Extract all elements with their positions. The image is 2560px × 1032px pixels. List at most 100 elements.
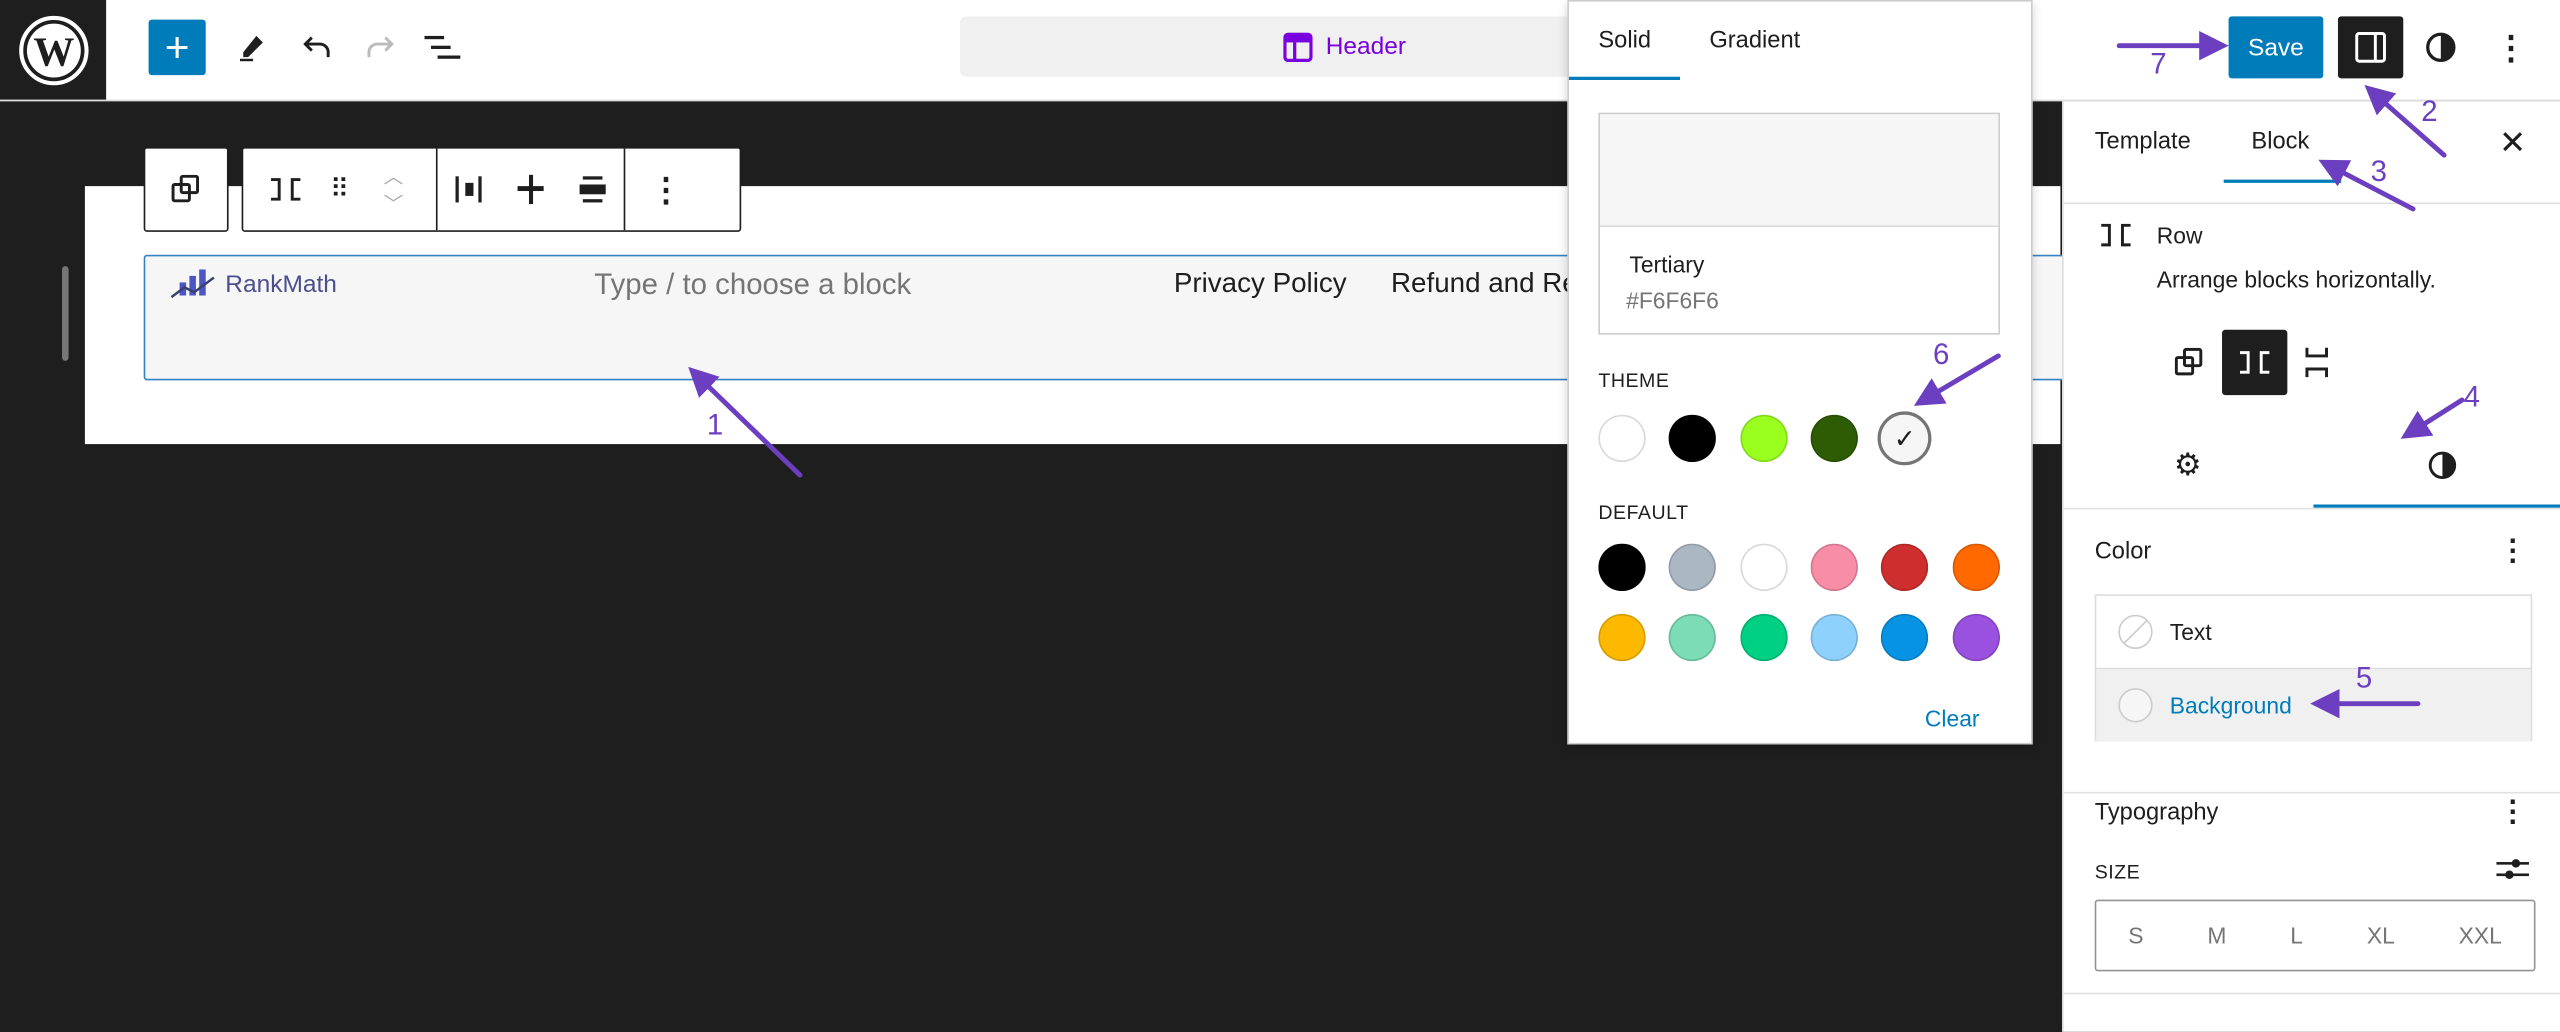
typography-heading: Typography <box>2094 799 2219 827</box>
theme-color-swatch[interactable] <box>1810 414 1858 463</box>
styles-tab-icon[interactable] <box>2416 444 2468 486</box>
tab-block[interactable]: Block <box>2251 129 2309 155</box>
annotation-label: 7 <box>2150 47 2167 80</box>
annotation-label: 6 <box>1933 337 1950 371</box>
half-circle-icon <box>2426 32 2456 63</box>
settings-gear-icon[interactable]: ⚙ <box>2162 444 2214 486</box>
annotation-label: 5 <box>2355 661 2373 694</box>
typography-options-icon[interactable]: ⋮ <box>2498 795 2527 829</box>
add-block-button[interactable]: + <box>148 19 206 76</box>
vertical-align-icon[interactable] <box>562 148 626 231</box>
divider <box>2063 507 2560 510</box>
size-option[interactable]: M <box>2207 922 2226 948</box>
theme-color-swatch[interactable] <box>1739 414 1788 463</box>
block-toolbar: ⠿ ︿ ﹀ ⋮ <box>241 146 742 232</box>
default-color-swatch[interactable] <box>1951 613 2000 662</box>
no-color-icon <box>2118 614 2153 649</box>
size-option[interactable]: L <box>2290 922 2303 948</box>
stack-variation-button[interactable] <box>2287 330 2346 395</box>
save-button[interactable]: Save <box>2228 16 2324 79</box>
default-color-swatch[interactable] <box>1951 543 2000 592</box>
document-bar[interactable] <box>959 16 1581 77</box>
default-color-swatch[interactable] <box>1739 543 1788 592</box>
clear-button[interactable]: Clear <box>1925 705 1980 731</box>
color-item-text[interactable]: Text <box>2096 596 2531 670</box>
default-color-swatch[interactable] <box>1881 543 1929 592</box>
block-options-icon[interactable]: ⋮ <box>625 149 707 231</box>
drag-handle-icon[interactable]: ⠿ <box>328 149 351 231</box>
sidebar-icon <box>2355 31 2386 63</box>
size-label: SIZE <box>2094 860 2141 884</box>
justify-left-icon[interactable] <box>438 149 500 231</box>
font-size-picker: S M L XL XXL <box>2094 899 2536 972</box>
row-icon[interactable] <box>243 149 328 231</box>
undo-icon[interactable] <box>297 23 336 72</box>
tab-gradient[interactable]: Gradient <box>1709 28 1800 54</box>
svg-text:W: W <box>33 28 74 73</box>
annotation-label: 2 <box>2421 94 2438 128</box>
custom-size-icon[interactable] <box>2496 854 2529 883</box>
default-color-swatch[interactable] <box>1810 613 1858 662</box>
theme-color-swatch[interactable]: ✓ <box>1877 411 1932 466</box>
justify-center-icon[interactable] <box>500 149 562 231</box>
active-tab-indicator <box>1568 76 1680 80</box>
divider <box>2063 791 2560 794</box>
annotation-label: 3 <box>2370 155 2387 188</box>
move-up-down-icon[interactable]: ︿ ﹀ <box>351 148 438 231</box>
color-picker-popover: Solid Gradient Tertiary #F6F6F6 THEME DE… <box>1567 0 2033 745</box>
pencil-icon[interactable] <box>232 23 271 72</box>
color-heading: Color <box>2094 538 2152 565</box>
styles-button[interactable] <box>2420 23 2462 72</box>
default-color-swatch[interactable] <box>1881 613 1929 662</box>
document-title-text: Header <box>1325 32 1407 61</box>
theme-label: THEME <box>1598 368 1670 392</box>
list-view-icon[interactable] <box>423 23 462 72</box>
theme-color-swatch[interactable] <box>1598 414 1646 463</box>
wordpress-icon: W <box>18 15 88 85</box>
divider <box>2063 202 2560 205</box>
nav-item[interactable]: Privacy Policy <box>1174 268 1347 301</box>
color-preview[interactable]: Tertiary #F6F6F6 <box>1598 112 2000 335</box>
size-option[interactable]: XL <box>2367 922 2395 948</box>
default-color-swatch[interactable] <box>1810 543 1858 592</box>
resize-handle[interactable] <box>62 266 69 361</box>
color-swatch-preview <box>1599 114 1999 227</box>
block-placeholder[interactable]: Type / to choose a block <box>594 268 911 302</box>
default-color-swatch[interactable] <box>1598 613 1646 662</box>
default-color-swatch[interactable] <box>1598 543 1646 592</box>
color-item-label: Background <box>2169 692 2292 719</box>
size-option[interactable]: S <box>2128 922 2143 948</box>
close-icon[interactable]: ✕ <box>2495 124 2531 161</box>
theme-color-swatch[interactable] <box>1669 414 1717 463</box>
color-indicator-icon <box>2118 688 2153 723</box>
wordpress-logo[interactable]: W <box>0 0 107 100</box>
group-variation-button[interactable] <box>2158 330 2220 395</box>
settings-sidebar: Template Block ✕ Row Arrange blocks hori… <box>2062 101 2560 1032</box>
nav-item[interactable]: Refund and Re <box>1391 268 1578 301</box>
site-logo[interactable]: RankMath <box>170 269 337 299</box>
default-label-text: DEFAULT <box>1598 501 1689 525</box>
default-color-swatch[interactable] <box>1669 543 1717 592</box>
color-options-icon[interactable]: ⋮ <box>2498 534 2527 568</box>
site-editor: W + Header Save ⋮ ⠿ ︿ ﹀ ⋮ RankMath Type /… <box>0 0 2560 1032</box>
tab-template[interactable]: Template <box>2095 129 2191 155</box>
default-label: DEFAULT <box>1598 498 1688 527</box>
size-option[interactable]: XXL <box>2459 922 2502 948</box>
active-tab-indicator <box>2223 179 2342 183</box>
default-color-swatch[interactable] <box>1669 613 1717 662</box>
logo-text: RankMath <box>225 270 337 298</box>
tab-solid[interactable]: Solid <box>1598 28 1651 54</box>
redo-icon[interactable] <box>361 23 400 72</box>
parent-block-icon[interactable] <box>145 149 227 231</box>
settings-sidebar-toggle[interactable] <box>2337 16 2404 79</box>
color-hex: #F6F6F6 <box>1626 287 1719 314</box>
color-item-background[interactable]: Background <box>2096 669 2531 742</box>
rankmath-logo-icon <box>170 269 215 299</box>
more-options-icon[interactable]: ⋮ <box>2491 23 2530 72</box>
template-part-icon <box>1283 31 1313 62</box>
row-variation-button[interactable] <box>2222 329 2288 396</box>
default-color-swatch[interactable] <box>1739 613 1788 662</box>
annotation-label: 4 <box>2463 380 2481 414</box>
divider <box>2063 992 2560 995</box>
document-title[interactable]: Header <box>1283 16 1406 76</box>
